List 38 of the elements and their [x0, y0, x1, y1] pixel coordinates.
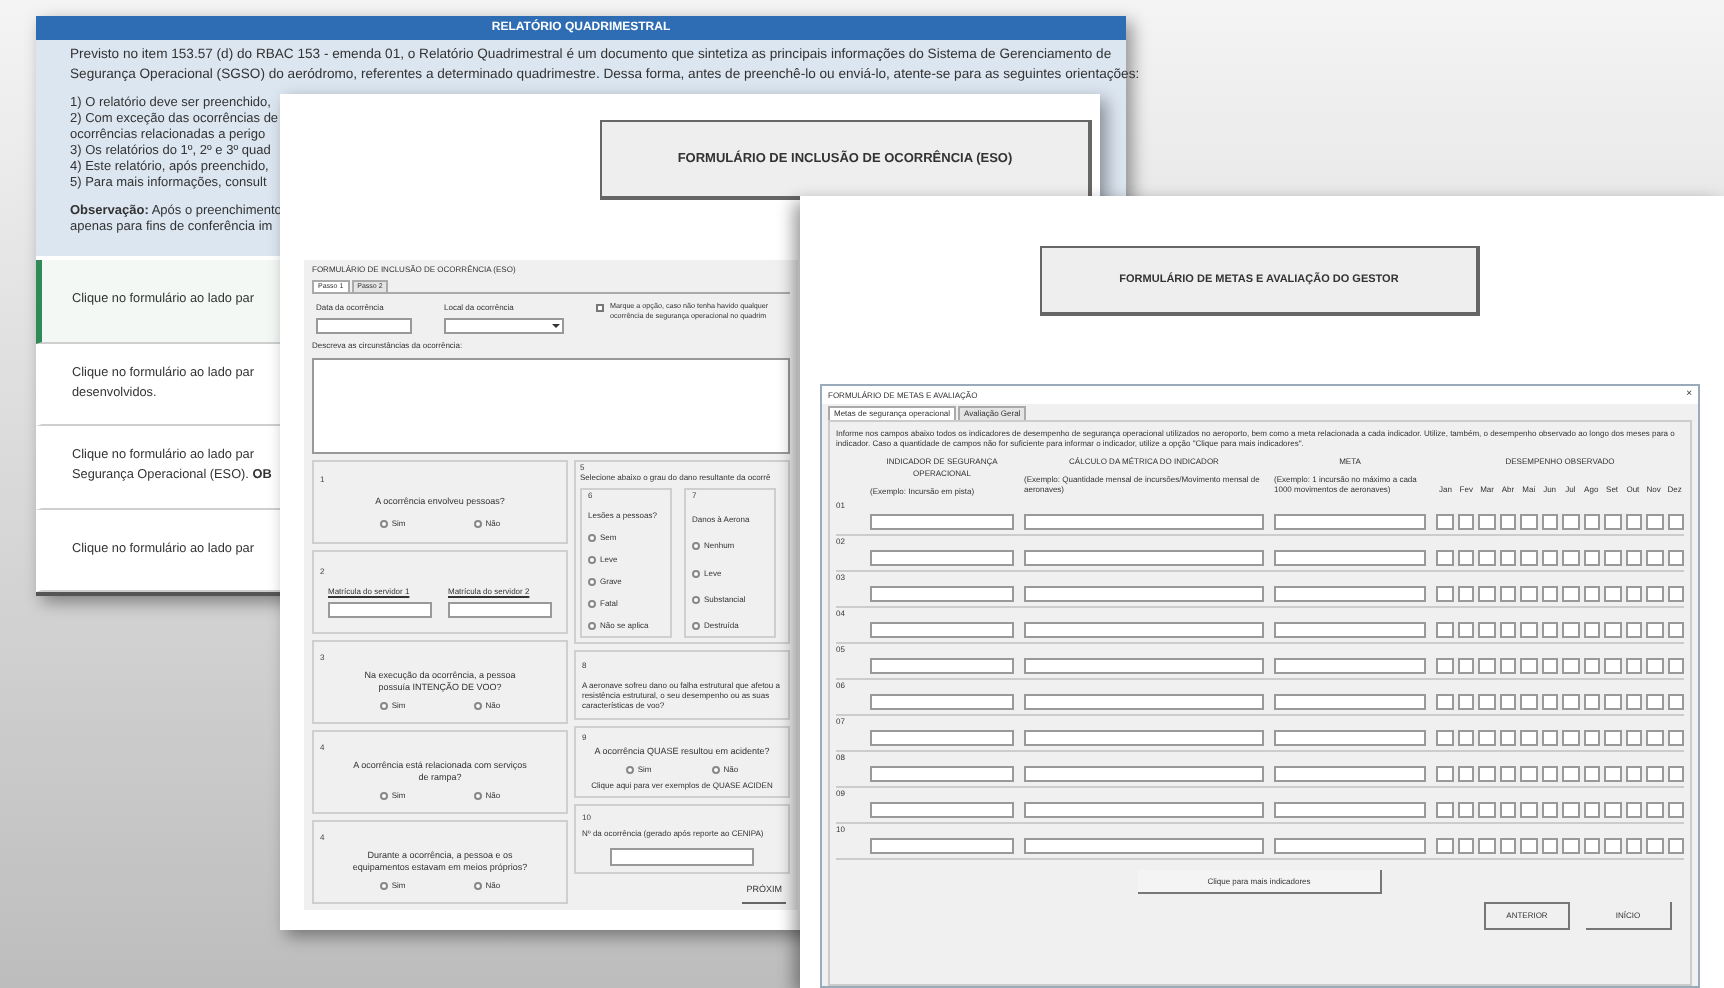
metric-field[interactable] — [1024, 586, 1264, 602]
indicator-field[interactable] — [870, 514, 1014, 530]
indicator-field[interactable] — [870, 586, 1014, 602]
metric-field[interactable] — [1024, 730, 1264, 746]
goal-field[interactable] — [1274, 730, 1426, 746]
indicator-field[interactable] — [870, 622, 1014, 638]
description-textarea[interactable] — [312, 358, 790, 454]
date-field[interactable] — [316, 318, 412, 334]
indicator-field[interactable] — [870, 838, 1014, 854]
metric-field[interactable] — [1024, 622, 1264, 638]
input-field[interactable] — [610, 847, 754, 866]
location-dropdown[interactable] — [444, 318, 564, 334]
goal-field[interactable] — [1274, 550, 1426, 566]
metric-field[interactable] — [1024, 694, 1264, 710]
goal-field[interactable] — [1274, 838, 1426, 854]
indicator-field[interactable] — [870, 802, 1014, 818]
goal-field[interactable] — [1274, 622, 1426, 638]
goal-field[interactable] — [1274, 658, 1426, 674]
indicator-field[interactable] — [870, 766, 1014, 782]
indicator-field[interactable] — [870, 550, 1014, 566]
goal-field[interactable] — [1274, 694, 1426, 710]
dropdown-caret-icon — [552, 324, 560, 328]
metric-field[interactable] — [1024, 838, 1264, 854]
metric-field[interactable] — [1024, 550, 1264, 566]
indicator-field[interactable] — [870, 730, 1014, 746]
metric-field[interactable] — [1024, 658, 1264, 674]
metric-field[interactable] — [1024, 766, 1264, 782]
goal-field[interactable] — [1274, 766, 1426, 782]
metric-field[interactable] — [1024, 802, 1264, 818]
goal-field[interactable] — [1274, 586, 1426, 602]
indicator-field[interactable] — [870, 658, 1014, 674]
goal-field[interactable] — [1274, 514, 1426, 530]
checkbox[interactable] — [596, 304, 604, 312]
goal-field[interactable] — [1274, 802, 1426, 818]
input-field[interactable] — [448, 602, 552, 619]
metric-field[interactable] — [1024, 514, 1264, 530]
input-field[interactable] — [328, 602, 432, 619]
indicator-field[interactable] — [870, 694, 1014, 710]
